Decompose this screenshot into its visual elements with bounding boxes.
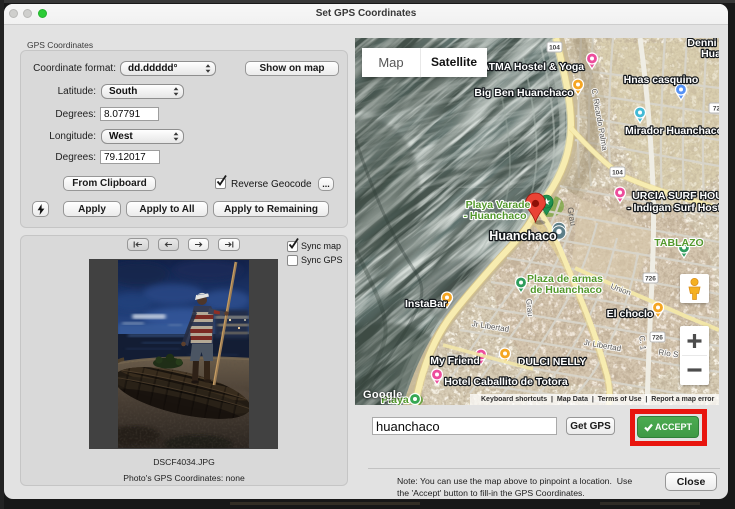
svg-text:Big Ben Huanchaco: Big Ben Huanchaco	[474, 87, 573, 99]
svg-text:Huanchaco: Huanchaco	[489, 229, 557, 243]
svg-text:- Indigan Surf Hoste: - Indigan Surf Hoste	[627, 202, 719, 214]
svg-text:726: 726	[652, 335, 663, 342]
svg-text:- Huanchaco: - Huanchaco	[463, 210, 526, 222]
svg-text:104: 104	[612, 170, 623, 177]
svg-text:Grau: Grau	[524, 298, 535, 317]
svg-text:Hua: Hua	[701, 48, 719, 60]
svg-text:104: 104	[549, 45, 560, 52]
svg-text:TABLAZO: TABLAZO	[654, 237, 703, 249]
svg-text:Hotel Caballito de Totora: Hotel Caballito de Totora	[444, 376, 568, 388]
svg-text:InstaBar: InstaBar	[405, 298, 447, 310]
svg-text:72: 72	[713, 106, 719, 113]
svg-text:Hnas casquino: Hnas casquino	[624, 74, 699, 86]
svg-text:C. 1: C. 1	[637, 335, 648, 351]
svg-text:El choclo: El choclo	[607, 308, 654, 320]
svg-text:Mirador Huanchaco: Mirador Huanchaco	[625, 125, 719, 137]
svg-text:de Huanchaco: de Huanchaco	[530, 284, 602, 296]
svg-text:My Friend: My Friend	[430, 355, 480, 367]
svg-text:ATMA Hostel & Yoga: ATMA Hostel & Yoga	[482, 61, 584, 73]
svg-text:726: 726	[645, 276, 656, 283]
svg-text:URCIA SURF HOUS: URCIA SURF HOUS	[632, 190, 719, 202]
